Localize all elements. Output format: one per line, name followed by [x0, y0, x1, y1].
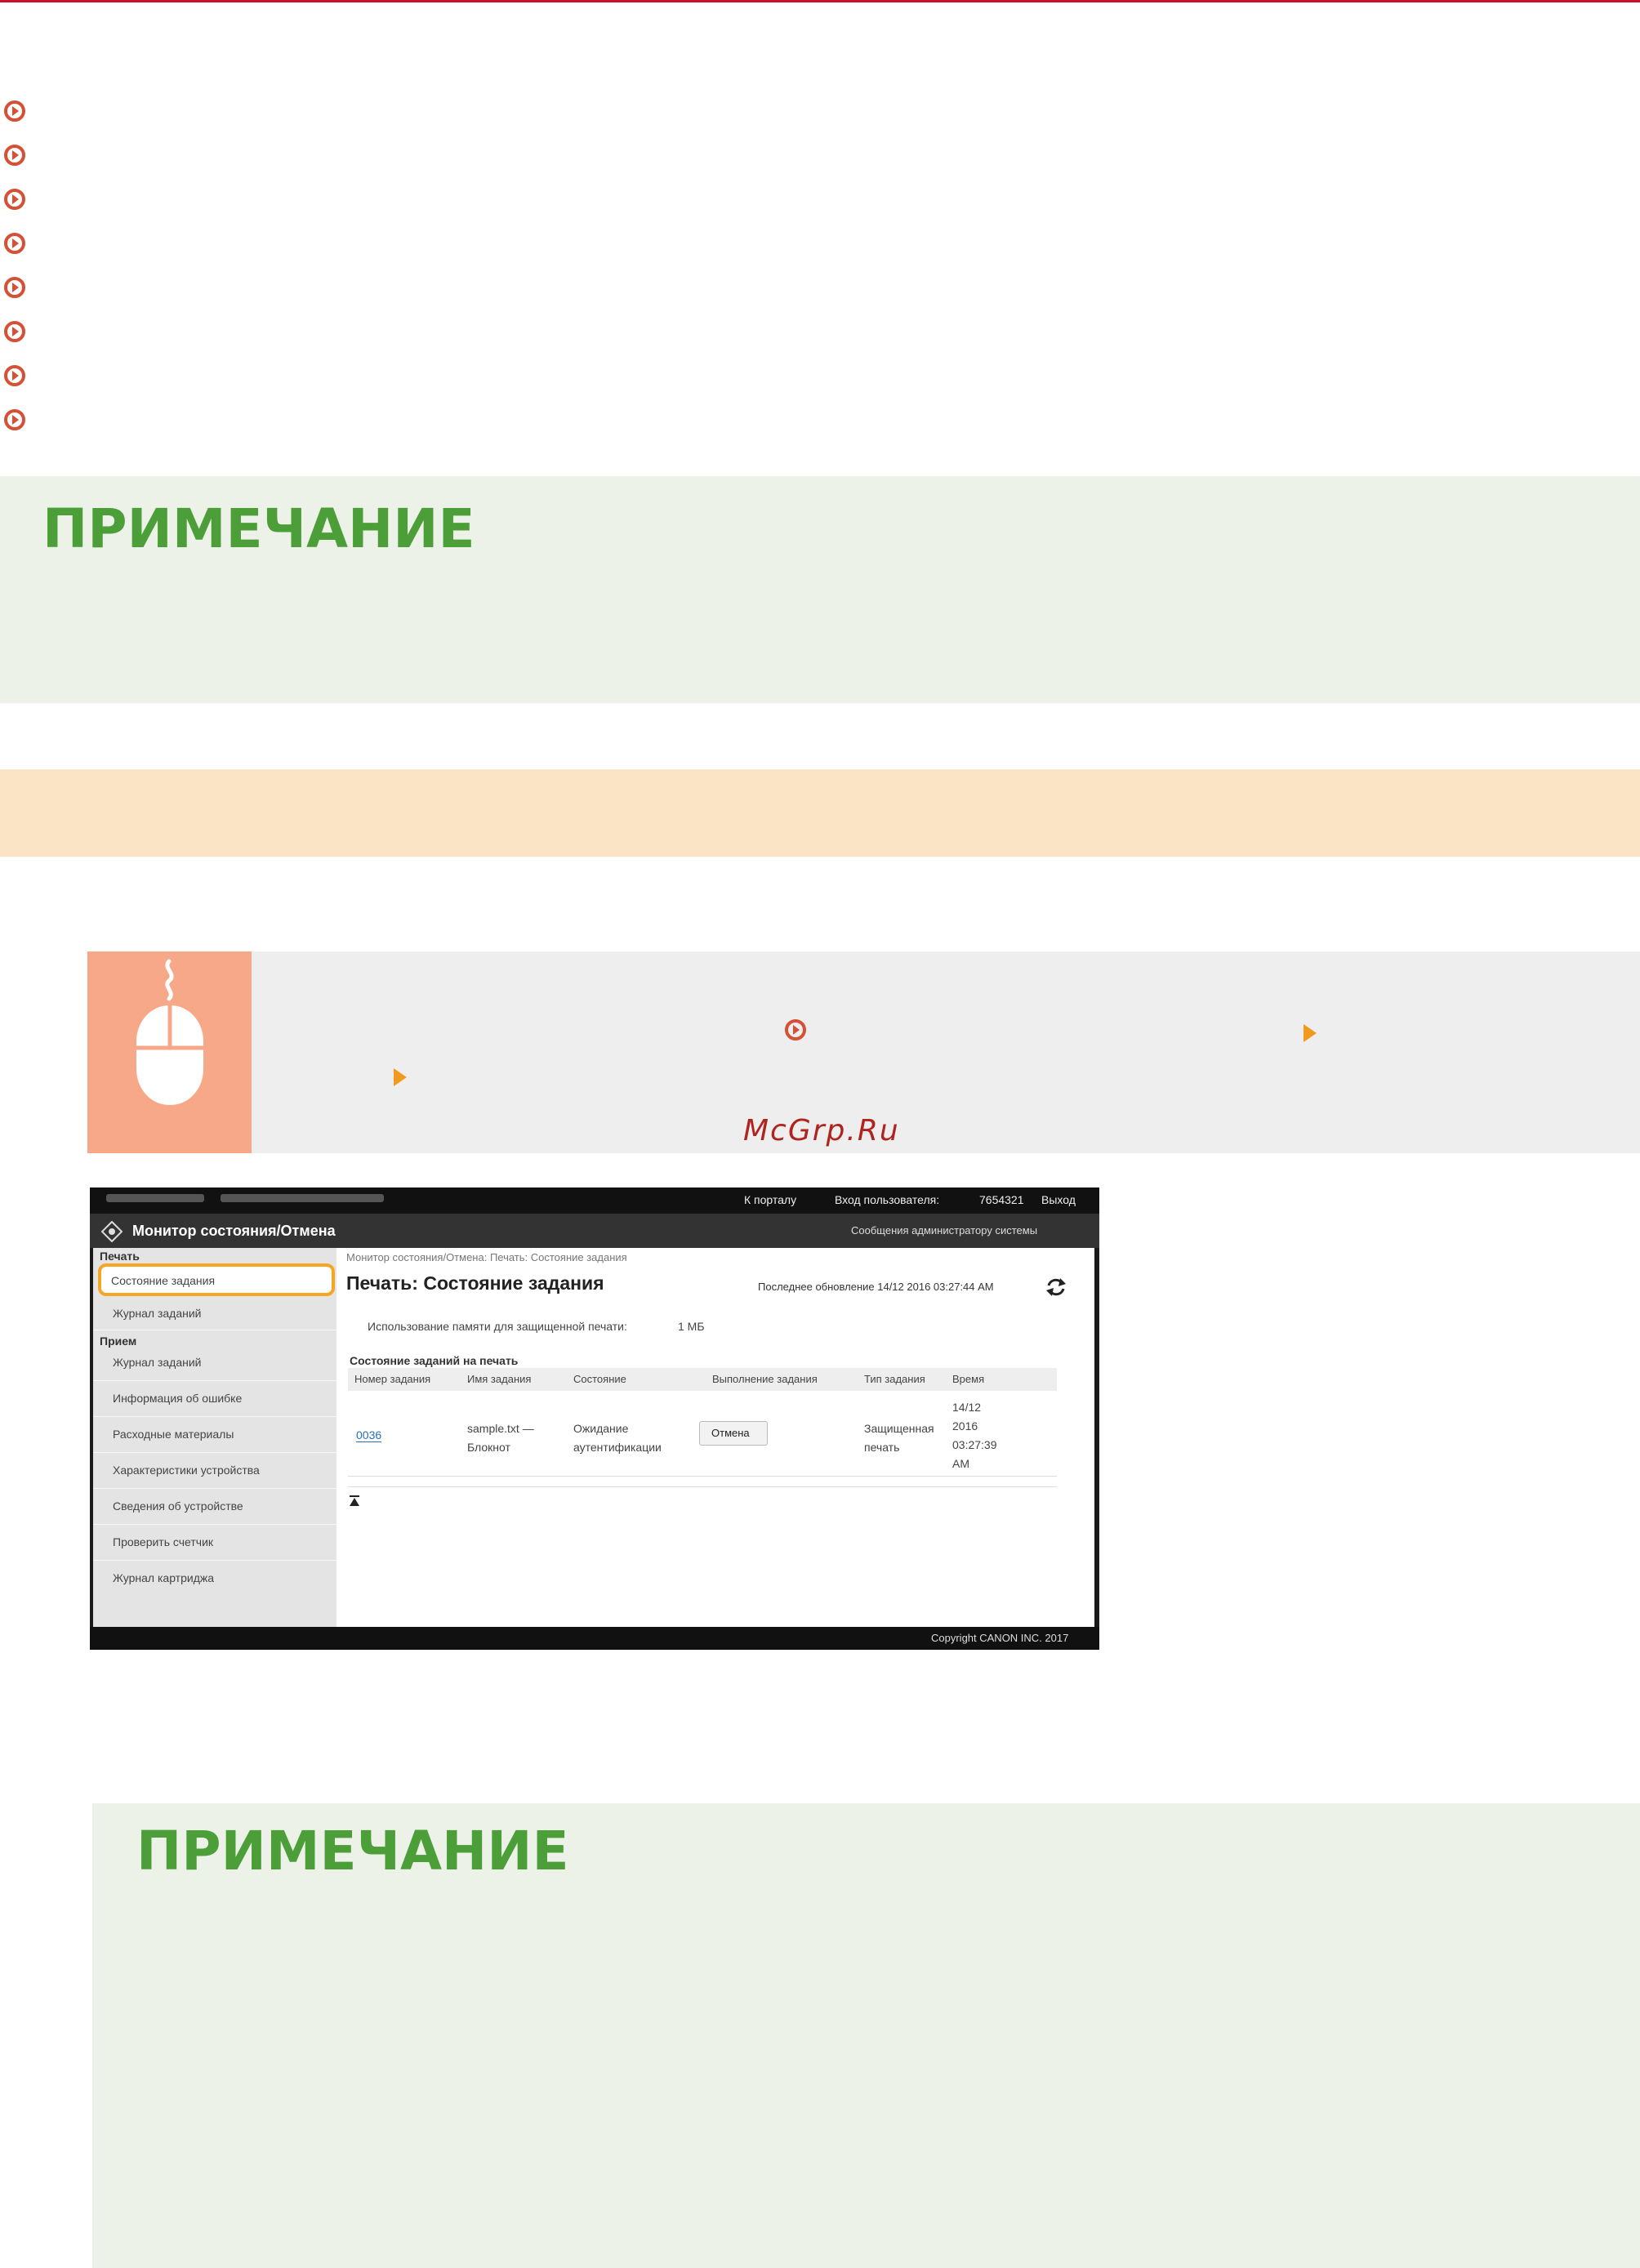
job-time: 14/12	[952, 1401, 982, 1414]
cancel-job-button-label: Отмена	[711, 1427, 750, 1439]
divider	[93, 1452, 336, 1453]
memory-label: Использование памяти для защищенной печа…	[368, 1320, 627, 1333]
ui-footer: Copyright CANON INC. 2017	[90, 1627, 1099, 1650]
watermark: McGrp.Ru	[743, 1114, 900, 1147]
circle-arrow-icon[interactable]	[3, 364, 26, 387]
divider	[93, 1560, 336, 1561]
logout-link[interactable]: Выход	[1041, 1193, 1076, 1206]
section-header-bar	[0, 769, 1640, 857]
triangle-arrow-icon	[394, 1068, 407, 1086]
sidebar-item-device-features[interactable]: Характеристики устройства	[113, 1464, 260, 1477]
last-update: Последнее обновление 14/12 2016 03:27:44…	[758, 1281, 994, 1293]
divider	[93, 1380, 336, 1381]
mouse-icon	[136, 959, 203, 1105]
sidebar-item-receive-log[interactable]: Журнал заданий	[113, 1356, 202, 1369]
page-title: Печать: Состояние задания	[346, 1272, 604, 1294]
sidebar-item-error-info[interactable]: Информация об ошибке	[113, 1392, 242, 1405]
circle-arrow-icon[interactable]	[3, 100, 26, 123]
table-row: 0036 sample.txt — Блокнот Ожидание аутен…	[348, 1391, 1057, 1477]
circle-arrow-icon[interactable]	[3, 232, 26, 255]
note-title: ПРИМЕЧАНИЕ	[42, 497, 475, 560]
circle-arrow-icon[interactable]	[3, 408, 26, 431]
refresh-icon[interactable]	[1045, 1277, 1067, 1297]
app-title: Монитор состояния/Отмена	[132, 1223, 336, 1239]
triangle-arrow-icon	[1304, 1024, 1317, 1042]
circle-arrow-icon[interactable]	[784, 1018, 807, 1041]
circle-arrow-icon[interactable]	[3, 276, 26, 299]
column-header: Имя задания	[467, 1373, 532, 1385]
job-time: 03:27:39	[952, 1438, 997, 1451]
job-number-link[interactable]: 0036	[356, 1428, 382, 1442]
note-box: ПРИМЕЧАНИЕ	[0, 476, 1640, 703]
sidebar-item-device-info[interactable]: Сведения об устройстве	[113, 1499, 243, 1513]
sidebar-section-receive: Прием	[100, 1335, 137, 1348]
circle-arrow-icon[interactable]	[3, 188, 26, 211]
ui-sidebar: Печать Состояние задания Журнал заданий …	[93, 1248, 336, 1627]
column-header: Номер задания	[354, 1373, 431, 1385]
note-title: ПРИМЕЧАНИЕ	[136, 1820, 569, 1883]
note-box: ПРИМЕЧАНИЕ	[92, 1803, 1640, 2268]
copyright: Copyright CANON INC. 2017	[931, 1632, 1069, 1644]
sidebar-item-check-counter[interactable]: Проверить счетчик	[113, 1535, 213, 1548]
monitor-icon	[101, 1221, 123, 1242]
sidebar-item-label: Состояние задания	[111, 1274, 216, 1287]
job-time: 2016	[952, 1419, 978, 1433]
table-caption: Состояние заданий на печать	[350, 1354, 519, 1367]
divider	[93, 1488, 336, 1489]
scroll-to-top-icon[interactable]	[348, 1495, 361, 1508]
cancel-job-button[interactable]: Отмена	[699, 1421, 768, 1446]
sidebar-item-cartridge-log[interactable]: Журнал картриджа	[113, 1571, 214, 1584]
job-type: Защищенная	[864, 1422, 934, 1435]
column-header: Время	[952, 1373, 985, 1385]
job-name: Блокнот	[467, 1441, 510, 1454]
table-header-row: Номер задания Имя задания Состояние Выпо…	[348, 1368, 1057, 1391]
ui-main-content: Монитор состояния/Отмена: Печать: Состоя…	[336, 1248, 1094, 1627]
memory-value: 1 МБ	[678, 1320, 705, 1333]
divider	[93, 1416, 336, 1417]
login-label: Вход пользователя:	[835, 1193, 940, 1206]
job-status: аутентификации	[573, 1441, 662, 1454]
ui-title-bar: Монитор состояния/Отмена Сообщения админ…	[90, 1214, 1099, 1248]
blurred-device-name	[106, 1194, 204, 1202]
divider	[348, 1486, 1057, 1487]
header-rule	[0, 0, 1640, 2]
column-header: Состояние	[573, 1373, 626, 1385]
circle-arrow-icon[interactable]	[3, 144, 26, 167]
job-time: AM	[952, 1457, 969, 1470]
job-name: sample.txt —	[467, 1422, 534, 1435]
circle-arrow-icon[interactable]	[3, 320, 26, 343]
breadcrumb: Монитор состояния/Отмена: Печать: Состоя…	[346, 1251, 627, 1263]
ui-top-bar: К порталу Вход пользователя: 7654321 Вых…	[90, 1187, 1099, 1214]
sidebar-item-job-status[interactable]: Состояние задания	[98, 1263, 335, 1296]
embedded-ui-screenshot: К порталу Вход пользователя: 7654321 Вых…	[90, 1187, 1099, 1650]
divider	[93, 1524, 336, 1525]
step-icon-panel	[87, 951, 252, 1153]
job-type: печать	[864, 1441, 900, 1454]
admin-message-link[interactable]: Сообщения администратору системы	[851, 1224, 1037, 1236]
column-header: Тип задания	[864, 1373, 925, 1385]
job-status: Ожидание	[573, 1422, 629, 1435]
portal-link[interactable]: К порталу	[744, 1193, 796, 1206]
sidebar-item-job-log[interactable]: Журнал заданий	[113, 1307, 202, 1320]
blurred-device-address	[221, 1194, 384, 1202]
sidebar-item-consumables[interactable]: Расходные материалы	[113, 1428, 234, 1441]
column-header: Выполнение задания	[712, 1373, 818, 1385]
login-user: 7654321	[979, 1193, 1024, 1206]
sidebar-section-print: Печать	[100, 1250, 140, 1263]
